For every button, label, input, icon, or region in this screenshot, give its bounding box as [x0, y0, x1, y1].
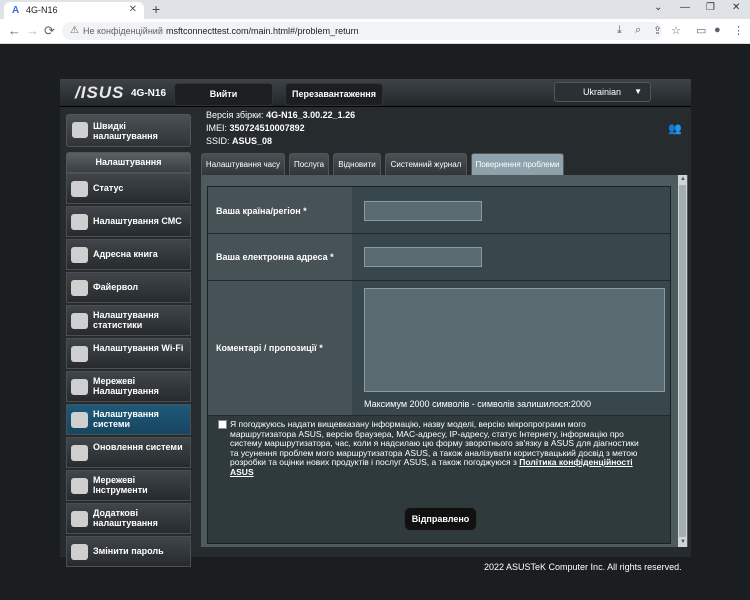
address-book-icon — [71, 247, 88, 263]
imei-value: 350724510007892 — [229, 123, 305, 133]
sidebar-item-tools[interactable]: Мережеві Інструменти — [66, 470, 191, 501]
scroll-down-icon[interactable]: ▼ — [680, 539, 686, 545]
tab-service[interactable]: Послуга — [289, 153, 329, 176]
sidebar-item-password[interactable]: Змінити пароль — [66, 536, 191, 567]
firmware-line: Версія збірки: 4G-N16_3.00.22_1.26 — [206, 110, 356, 120]
chevron-down-icon: ▼ — [634, 87, 642, 96]
sidebar-icon[interactable]: ▭ — [696, 24, 706, 37]
wifi-icon — [71, 346, 88, 362]
profile-icon[interactable]: ● — [714, 24, 721, 36]
advanced-icon — [71, 511, 88, 527]
minimize-icon[interactable]: — — [680, 2, 690, 13]
sidebar-item-system[interactable]: Налаштування системи — [66, 404, 191, 435]
router-page: /ISUS 4G-N16 Вийти Перезавантаження Ukra… — [60, 79, 691, 567]
email-label: Ваша електронна адреса * — [216, 252, 334, 262]
password-icon — [71, 544, 88, 560]
firmware-version[interactable]: 4G-N16_3.00.22_1.26 — [266, 110, 355, 120]
status-icon — [71, 181, 88, 197]
divider: | — [159, 25, 162, 35]
reboot-button[interactable]: Перезавантаження — [285, 83, 383, 106]
tab-restore[interactable]: Відновити — [333, 153, 381, 176]
email-input[interactable] — [364, 247, 482, 267]
imei-line: IMEI: 350724510007892 — [206, 123, 305, 133]
sidebar-item-statistics[interactable]: Налаштування статистики — [66, 305, 191, 336]
star-icon[interactable]: ☆ — [671, 24, 681, 37]
language-value: Ukrainian — [583, 87, 622, 97]
url-text[interactable]: msftconnecttest.com/main.html#/problem_r… — [166, 26, 359, 36]
device-info: Версія збірки: 4G-N16_3.00.22_1.26 IMEI:… — [206, 109, 355, 148]
share-icon[interactable]: ⇪ — [653, 24, 662, 37]
update-icon — [71, 445, 88, 461]
ssid-line: SSID: ASUS_08 — [206, 136, 273, 146]
country-input[interactable] — [364, 201, 482, 221]
consent-checkbox[interactable] — [218, 420, 227, 429]
tab-search-icon[interactable]: ⌄ — [654, 2, 662, 13]
menu-header: Налаштування — [66, 152, 191, 173]
close-window-icon[interactable]: ✕ — [732, 2, 740, 13]
maximize-icon[interactable]: ❐ — [706, 2, 715, 13]
char-counter: Максимум 2000 символів - символів залиши… — [364, 399, 591, 409]
language-select[interactable]: Ukrainian ▼ — [554, 82, 651, 102]
submit-button[interactable]: Відправлено — [404, 507, 477, 531]
quick-setup-button[interactable]: Швидкі налаштування — [66, 114, 191, 147]
top-banner: /ISUS 4G-N16 Вийти Перезавантаження Ukra… — [60, 79, 691, 107]
sidebar-item-update[interactable]: Оновлення системи — [66, 437, 191, 468]
tab-title: 4G-N16 — [26, 5, 58, 15]
country-row: Ваша країна/регіон * — [208, 187, 670, 234]
sidebar-menu: Статус Налаштування СМС Адресна книга Фа… — [66, 173, 191, 569]
search-icon[interactable]: ⌕ — [635, 24, 641, 37]
warning-icon[interactable]: ⚠ — [70, 25, 79, 36]
forward-icon[interactable]: → — [26, 23, 39, 38]
close-tab-icon[interactable]: ✕ — [129, 4, 137, 15]
browser-tab[interactable]: A 4G-N16 ✕ — [4, 2, 144, 19]
menu-icon[interactable]: ⋮ — [733, 24, 744, 37]
comments-textarea[interactable] — [364, 288, 665, 392]
asus-tab-icon: A — [12, 5, 20, 16]
users-icon[interactable]: 👥 — [668, 122, 682, 135]
sidebar-item-advanced[interactable]: Додаткові налаштування — [66, 503, 191, 534]
sidebar-item-sms[interactable]: Налаштування СМС — [66, 206, 191, 237]
tab-time-settings[interactable]: Налаштування часу — [201, 153, 285, 176]
sidebar-item-wifi[interactable]: Налаштування Wi-Fi — [66, 338, 191, 369]
comments-row: Коментарі / пропозиції * Максимум 2000 с… — [208, 281, 670, 416]
copyright: 2022 ASUSTeK Computer Inc. All rights re… — [484, 562, 682, 572]
scroll-up-icon[interactable]: ▲ — [680, 176, 686, 182]
sidebar-item-network[interactable]: Мережеві Налаштування — [66, 371, 191, 402]
sidebar-item-status[interactable]: Статус — [66, 173, 191, 204]
not-secure-label: Не конфіденційний — [83, 26, 163, 36]
download-icon[interactable]: ⤓ — [617, 24, 622, 37]
quick-setup-icon — [72, 122, 88, 138]
model-name: 4G-N16 — [131, 88, 167, 99]
back-icon[interactable]: ← — [8, 23, 21, 38]
reload-icon[interactable]: ⟳ — [44, 23, 55, 39]
sidebar-item-address-book[interactable]: Адресна книга — [66, 239, 191, 270]
quick-setup-label: Швидкі налаштування — [93, 121, 158, 141]
consent-block: Я погоджуюсь надати вищевказану інформац… — [218, 419, 648, 477]
tab-system-log[interactable]: Системний журнал — [385, 153, 467, 176]
ssid-value[interactable]: ASUS_08 — [232, 136, 272, 146]
comments-label: Коментарі / пропозиції * — [216, 343, 323, 353]
statistics-icon — [71, 313, 88, 329]
system-icon — [71, 412, 88, 428]
browser-toolbar: ← → ⟳ ⚠ Не конфіденційний | msftconnectt… — [0, 19, 750, 44]
asus-logo: /ISUS — [75, 83, 125, 102]
tab-problem-return[interactable]: Повернення проблеми — [471, 153, 564, 176]
scrollbar[interactable]: ▲ ▼ — [678, 175, 687, 547]
network-icon — [71, 379, 88, 395]
scrollbar-thumb[interactable] — [679, 185, 686, 537]
browser-tab-strip: A 4G-N16 ✕ + ⌄ — ❐ ✕ — [0, 0, 750, 19]
email-row: Ваша електронна адреса * — [208, 234, 670, 281]
tools-icon — [71, 478, 88, 494]
new-tab-button[interactable]: + — [152, 1, 160, 17]
sms-icon — [71, 214, 88, 230]
feedback-form: Ваша країна/регіон * Ваша електронна адр… — [207, 186, 671, 544]
logout-button[interactable]: Вийти — [174, 83, 273, 106]
firewall-icon — [71, 280, 88, 296]
content-panel: Ваша країна/регіон * Ваша електронна адр… — [201, 175, 688, 547]
sidebar-item-firewall[interactable]: Файервол — [66, 272, 191, 303]
country-label: Ваша країна/регіон * — [216, 206, 307, 216]
address-bar[interactable]: ⚠ Не конфіденційний | msftconnecttest.co… — [62, 22, 662, 40]
